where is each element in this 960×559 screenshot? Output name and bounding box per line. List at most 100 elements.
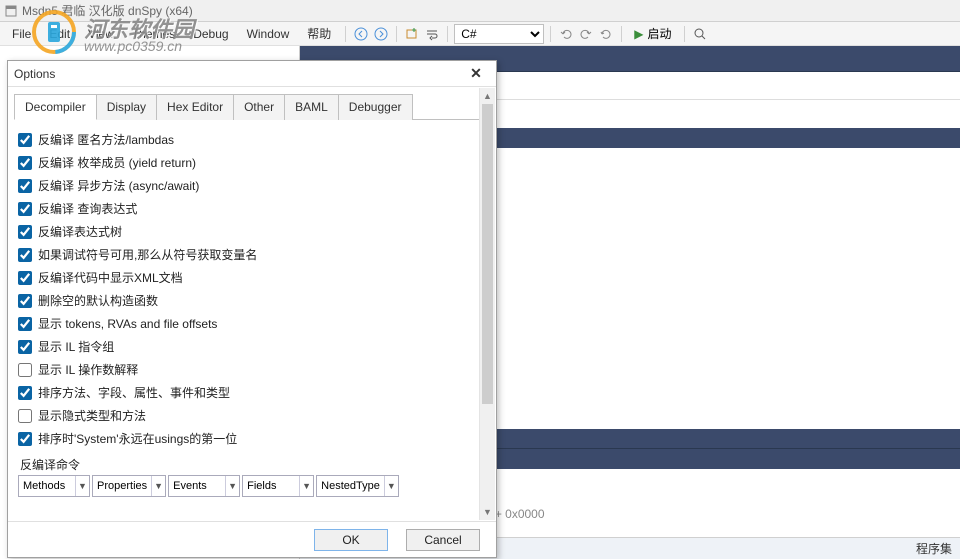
section-label: 反编译命令: [20, 456, 486, 473]
system-menu-icon[interactable]: [4, 4, 18, 18]
tab-display[interactable]: Display: [96, 94, 157, 120]
separator: [684, 26, 685, 42]
option-checkbox[interactable]: [18, 294, 32, 308]
language-select[interactable]: C#: [454, 24, 544, 44]
option-label: 反编译 查询表达式: [38, 200, 137, 217]
option-label: 显示 tokens, RVAs and file offsets: [38, 315, 217, 332]
word-wrap-icon[interactable]: [423, 25, 441, 43]
option-label: 反编译 枚举成员 (yield return): [38, 154, 196, 171]
order-combo[interactable]: Methods▼: [18, 475, 90, 497]
chevron-down-icon[interactable]: ▼: [75, 476, 89, 496]
dialog-titlebar[interactable]: Options ✕: [8, 61, 496, 87]
option-row: 显示 tokens, RVAs and file offsets: [18, 312, 486, 335]
menu-help[interactable]: 帮助: [299, 22, 339, 45]
option-label: 排序方法、字段、属性、事件和类型: [38, 384, 230, 401]
combo-value: Methods: [19, 480, 75, 492]
option-row: 反编译表达式树: [18, 220, 486, 243]
option-label: 显示隐式类型和方法: [38, 407, 146, 424]
tab-decompiler[interactable]: Decompiler: [14, 94, 97, 120]
option-checkbox[interactable]: [18, 179, 32, 193]
menu-debug[interactable]: Debug: [185, 24, 236, 44]
option-label: 删除空的默认构造函数: [38, 292, 158, 309]
options-dialog: Options ✕ Decompiler Display Hex Editor …: [7, 60, 497, 558]
option-checkbox[interactable]: [18, 248, 32, 262]
option-checkbox[interactable]: [18, 340, 32, 354]
run-label: 启动: [648, 25, 672, 42]
close-button[interactable]: ✕: [462, 64, 490, 84]
ok-button[interactable]: OK: [314, 529, 388, 551]
app-window: Msdn5 君临 汉化版 dnSpy (x64) File Edit View …: [0, 0, 960, 559]
cancel-button[interactable]: Cancel: [406, 529, 480, 551]
option-label: 排序时'System'永远在usings的第一位: [38, 430, 237, 447]
option-label: 如果调试符号可用,那么从符号获取变量名: [38, 246, 257, 263]
combo-value: Properties: [93, 480, 151, 492]
nav-back-icon[interactable]: [352, 25, 370, 43]
undo-icon[interactable]: [557, 25, 575, 43]
dialog-footer: OK Cancel: [8, 521, 496, 557]
option-row: 显示 IL 操作数解释: [18, 358, 486, 381]
option-row: 删除空的默认构造函数: [18, 289, 486, 312]
separator: [621, 26, 622, 42]
tab-baml[interactable]: BAML: [284, 94, 339, 120]
option-label: 显示 IL 操作数解释: [38, 361, 138, 378]
scrollbar[interactable]: ▲ ▼: [479, 88, 495, 520]
combo-value: NestedType: [317, 480, 384, 492]
order-combo[interactable]: Events▼: [168, 475, 240, 497]
run-button[interactable]: ▶ 启动: [628, 23, 677, 44]
search-icon[interactable]: [691, 25, 709, 43]
chevron-down-icon[interactable]: ▼: [384, 476, 398, 496]
option-checkbox[interactable]: [18, 271, 32, 285]
option-label: 反编译 匿名方法/lambdas: [38, 131, 174, 148]
option-row: 反编译代码中显示XML文档: [18, 266, 486, 289]
option-checkbox[interactable]: [18, 363, 32, 377]
decompile-order-row: Methods▼Properties▼Events▼Fields▼NestedT…: [18, 475, 486, 497]
option-row: 反编译 匿名方法/lambdas: [18, 128, 486, 151]
separator: [396, 26, 397, 42]
menu-window[interactable]: Window: [239, 24, 298, 44]
redo-icon[interactable]: [577, 25, 595, 43]
menu-themes[interactable]: Themes: [124, 24, 183, 44]
option-row: 反编译 异步方法 (async/await): [18, 174, 486, 197]
option-checkbox[interactable]: [18, 202, 32, 216]
menu-view[interactable]: View: [80, 24, 122, 44]
option-label: 反编译表达式树: [38, 223, 122, 240]
option-checkbox[interactable]: [18, 317, 32, 331]
option-checkbox[interactable]: [18, 156, 32, 170]
option-checkbox[interactable]: [18, 133, 32, 147]
option-checkbox[interactable]: [18, 432, 32, 446]
tab-debugger[interactable]: Debugger: [338, 94, 413, 120]
option-row: 反编译 查询表达式: [18, 197, 486, 220]
menubar: File Edit View Themes Debug Window 帮助 C#…: [0, 22, 960, 46]
chevron-down-icon[interactable]: ▼: [225, 476, 239, 496]
tab-other[interactable]: Other: [233, 94, 285, 120]
menu-edit[interactable]: Edit: [41, 24, 78, 44]
scroll-up-icon[interactable]: ▲: [480, 88, 495, 104]
option-label: 反编译代码中显示XML文档: [38, 269, 183, 286]
scroll-thumb[interactable]: [482, 104, 493, 404]
combo-value: Events: [169, 480, 225, 492]
menu-file[interactable]: File: [4, 24, 39, 44]
tab-hex-editor[interactable]: Hex Editor: [156, 94, 234, 120]
dialog-body: 反编译 匿名方法/lambdas 反编译 枚举成员 (yield return) 反…: [8, 120, 496, 521]
order-combo[interactable]: NestedType▼: [316, 475, 399, 497]
option-row: 反编译 枚举成员 (yield return): [18, 151, 486, 174]
scroll-down-icon[interactable]: ▼: [480, 504, 495, 520]
new-tab-icon[interactable]: [403, 25, 421, 43]
option-checkbox[interactable]: [18, 409, 32, 423]
order-combo[interactable]: Properties▼: [92, 475, 166, 497]
refresh-icon[interactable]: [597, 25, 615, 43]
option-label: 显示 IL 指令组: [38, 338, 114, 355]
option-row: 显示隐式类型和方法: [18, 404, 486, 427]
chevron-down-icon[interactable]: ▼: [151, 476, 165, 496]
separator: [550, 26, 551, 42]
dialog-tabs: Decompiler Display Hex Editor Other BAML…: [14, 93, 490, 120]
option-checkbox[interactable]: [18, 386, 32, 400]
option-label: 反编译 异步方法 (async/await): [38, 177, 199, 194]
nav-forward-icon[interactable]: [372, 25, 390, 43]
option-checkbox[interactable]: [18, 225, 32, 239]
option-row: 如果调试符号可用,那么从符号获取变量名: [18, 243, 486, 266]
separator: [447, 26, 448, 42]
option-row: 排序方法、字段、属性、事件和类型: [18, 381, 486, 404]
chevron-down-icon[interactable]: ▼: [299, 476, 313, 496]
order-combo[interactable]: Fields▼: [242, 475, 314, 497]
